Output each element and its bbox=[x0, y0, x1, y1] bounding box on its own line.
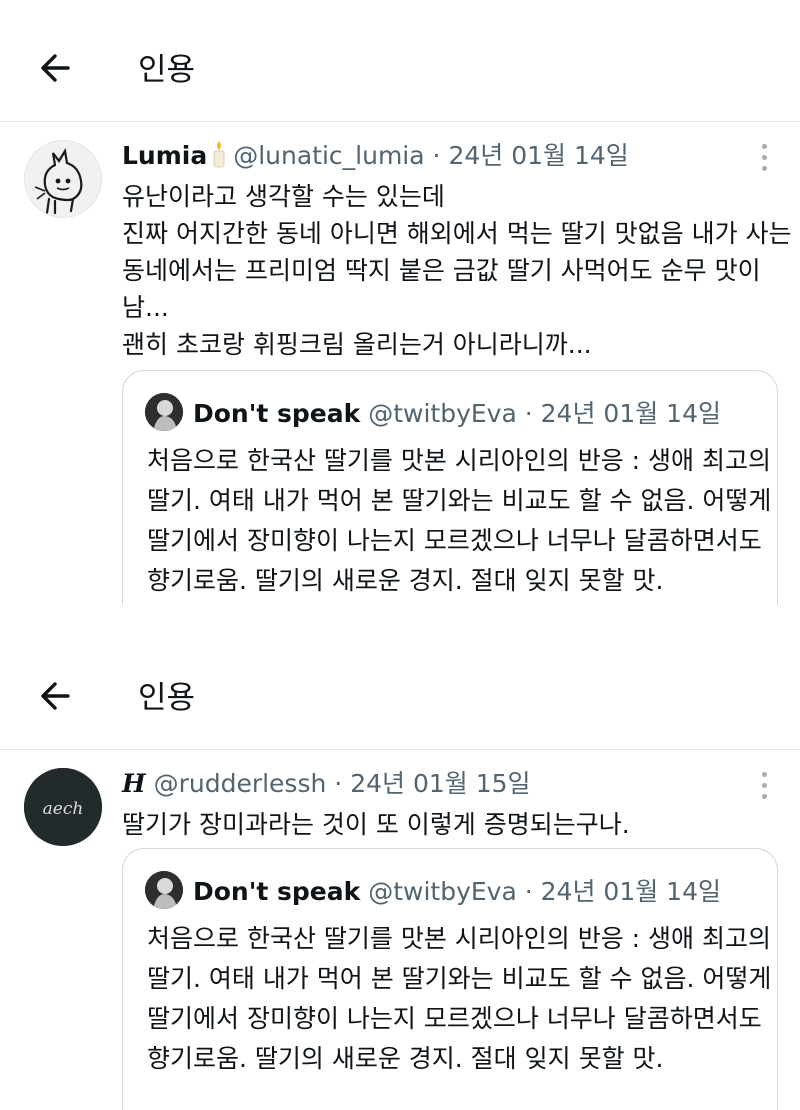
post[interactable]: aech H @rudderlessh · 24년 01월 15일 딸기가 장미… bbox=[0, 750, 800, 1110]
text-line: 유난이라고 생각할 수는 있는데 bbox=[122, 182, 445, 211]
post-text: 유난이라고 생각할 수는 있는데 진짜 어지간한 동네 아니면 해외에서 먹는 … bbox=[122, 178, 792, 363]
text-line: 동네에서는 프리미엄 딱지 붙은 금값 딸기 사먹어도 순무 맛이 bbox=[122, 256, 761, 285]
quote-screen-2: 인용 aech H @rudderlessh · 24년 01월 15일 딸기가… bbox=[0, 632, 800, 1110]
text-line: 딸기에서 장미향이 나는지 모르겠으나 너무나 달콤하면서도 bbox=[147, 1004, 762, 1033]
post[interactable]: Lumia @lunatic_lumia · 24년 01월 14일 유난이라고… bbox=[0, 122, 800, 605]
quoted-post-text: 처음으로 한국산 딸기를 맛본 시리아인의 반응 : 생애 최고의 딸기. 여태… bbox=[147, 919, 772, 1079]
text-line: 남... bbox=[122, 293, 169, 322]
text-line: 딸기가 장미과라는 것이 또 이렇게 증명되는구나. bbox=[122, 810, 630, 839]
separator-dot: · bbox=[524, 877, 533, 906]
back-arrow-icon[interactable] bbox=[36, 676, 76, 716]
text-line: 딸기. 여태 내가 먹어 본 딸기와는 비교도 할 수 없음. 어떻게 bbox=[147, 964, 772, 993]
back-arrow-icon[interactable] bbox=[36, 48, 76, 88]
quoted-date: 24년 01월 14일 bbox=[540, 877, 721, 906]
author-name[interactable]: Lumia bbox=[122, 141, 207, 170]
quoted-author-handle: @twitbyEva bbox=[368, 399, 517, 428]
text-line: 진짜 어지간한 동네 아니면 해외에서 먹는 딸기 맛없음 내가 사는 bbox=[122, 219, 792, 248]
text-line: 딸기에서 장미향이 나는지 모르겠으나 너무나 달콤하면서도 bbox=[147, 526, 762, 555]
post-date[interactable]: 24년 01월 14일 bbox=[448, 141, 628, 170]
quoted-author-name: Don't speak bbox=[193, 877, 361, 906]
separator-dot: · bbox=[524, 399, 533, 428]
text-line: 딸기. 여태 내가 먹어 본 딸기와는 비교도 할 수 없음. 어떻게 bbox=[147, 486, 772, 515]
quote-screen-1: 인용 Lumia @lunatic_lumia · 24년 01월 14일 유난… bbox=[0, 0, 800, 605]
avatar-text: aech bbox=[43, 799, 84, 819]
separator-dot: · bbox=[334, 769, 343, 798]
post-header: Lumia @lunatic_lumia · 24년 01월 14일 bbox=[122, 138, 629, 174]
quoted-post-text: 처음으로 한국산 딸기를 맛본 시리아인의 반응 : 생애 최고의 딸기. 여태… bbox=[147, 441, 772, 601]
more-options-icon[interactable] bbox=[758, 772, 770, 802]
post-header: H @rudderlessh · 24년 01월 15일 bbox=[122, 766, 531, 802]
quoted-post[interactable]: Don't speak @twitbyEva · 24년 01월 14일 처음으… bbox=[122, 848, 778, 1110]
quoted-post-header: Don't speak @twitbyEva · 24년 01월 14일 bbox=[145, 393, 721, 432]
avatar[interactable] bbox=[24, 140, 102, 218]
avatar[interactable]: aech bbox=[24, 768, 102, 846]
quoted-date: 24년 01월 14일 bbox=[540, 399, 721, 428]
text-line: 향기로움. 딸기의 새로운 경지. 절대 잊지 못할 맛. bbox=[147, 1044, 664, 1073]
top-bar: 인용 bbox=[0, 632, 800, 750]
post-date[interactable]: 24년 01월 15일 bbox=[350, 769, 530, 798]
post-text: 딸기가 장미과라는 것이 또 이렇게 증명되는구나. bbox=[122, 806, 782, 843]
candle-emoji-icon bbox=[213, 141, 225, 168]
text-line: 괜히 초코랑 휘핑크림 올리는거 아니라니까... bbox=[122, 330, 592, 359]
text-line: 향기로움. 딸기의 새로운 경지. 절대 잊지 못할 맛. bbox=[147, 566, 664, 595]
author-name[interactable]: H bbox=[122, 769, 146, 798]
separator-dot: · bbox=[432, 141, 441, 170]
quoted-author-handle: @twitbyEva bbox=[368, 877, 517, 906]
page-title: 인용 bbox=[138, 680, 196, 716]
author-handle[interactable]: @rudderlessh bbox=[154, 769, 327, 798]
quoted-avatar bbox=[145, 393, 183, 431]
quoted-author-name: Don't speak bbox=[193, 399, 361, 428]
quoted-post-header: Don't speak @twitbyEva · 24년 01월 14일 bbox=[145, 871, 721, 910]
text-line: 처음으로 한국산 딸기를 맛본 시리아인의 반응 : 생애 최고의 bbox=[147, 924, 771, 953]
author-handle[interactable]: @lunatic_lumia bbox=[233, 141, 424, 170]
quoted-avatar bbox=[145, 871, 183, 909]
quoted-post[interactable]: Don't speak @twitbyEva · 24년 01월 14일 처음으… bbox=[122, 370, 778, 605]
more-options-icon[interactable] bbox=[758, 144, 770, 174]
page-title: 인용 bbox=[138, 52, 196, 88]
top-bar: 인용 bbox=[0, 0, 800, 122]
text-line: 처음으로 한국산 딸기를 맛본 시리아인의 반응 : 생애 최고의 bbox=[147, 446, 771, 475]
